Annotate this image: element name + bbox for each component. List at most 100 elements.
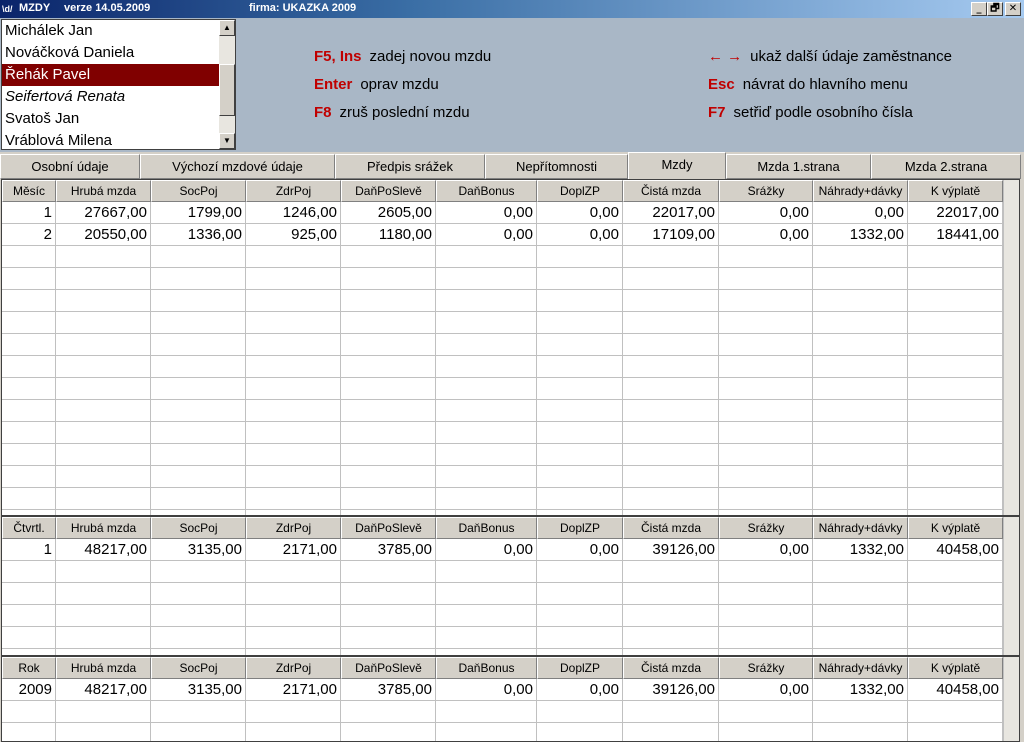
table-cell[interactable]	[623, 583, 719, 605]
table-cell[interactable]	[908, 378, 1003, 400]
column-header[interactable]: Rok	[2, 657, 56, 679]
table-cell[interactable]	[246, 466, 341, 488]
table-row[interactable]	[2, 466, 1019, 488]
table-row[interactable]	[2, 334, 1019, 356]
table-cell[interactable]	[341, 246, 436, 268]
table-cell[interactable]	[151, 466, 246, 488]
table-cell[interactable]	[246, 649, 341, 655]
table-cell[interactable]: 3785,00	[341, 539, 436, 561]
table-cell[interactable]	[151, 246, 246, 268]
column-header[interactable]: Čtvrtl.	[2, 517, 56, 539]
table-cell[interactable]: 2171,00	[246, 679, 341, 701]
table-cell[interactable]	[246, 627, 341, 649]
table-cell[interactable]	[623, 378, 719, 400]
table-cell[interactable]	[246, 378, 341, 400]
table-cell[interactable]	[341, 605, 436, 627]
table-cell[interactable]: 0,00	[436, 539, 537, 561]
table-cell[interactable]	[908, 334, 1003, 356]
table-cell[interactable]: 0,00	[719, 224, 813, 246]
column-header[interactable]: ZdrPoj	[246, 180, 341, 202]
table-cell[interactable]	[537, 583, 623, 605]
table-cell[interactable]	[151, 444, 246, 466]
table-cell[interactable]	[719, 723, 813, 741]
table-row[interactable]	[2, 561, 1019, 583]
column-header[interactable]: DaňBonus	[436, 657, 537, 679]
table-cell[interactable]	[623, 627, 719, 649]
table-cell[interactable]	[436, 246, 537, 268]
table-cell[interactable]	[2, 400, 56, 422]
table-cell[interactable]	[719, 627, 813, 649]
table-cell[interactable]	[2, 422, 56, 444]
table-row[interactable]: 1 48217,00 3135,00 2171,00 3785,00 0,00 0,00 39…	[2, 539, 1019, 561]
table-cell[interactable]	[537, 422, 623, 444]
table-cell[interactable]	[56, 701, 151, 723]
table-cell[interactable]	[908, 701, 1003, 723]
table-cell[interactable]: 0,00	[813, 202, 908, 224]
table-cell[interactable]	[56, 605, 151, 627]
table-cell[interactable]	[2, 466, 56, 488]
table-cell[interactable]	[151, 488, 246, 510]
table-cell[interactable]	[56, 444, 151, 466]
table-cell[interactable]: 22017,00	[908, 202, 1003, 224]
table-cell[interactable]	[813, 488, 908, 510]
table-row[interactable]	[2, 378, 1019, 400]
table-cell[interactable]	[537, 334, 623, 356]
table-cell[interactable]	[537, 246, 623, 268]
table-cell[interactable]	[436, 701, 537, 723]
column-header[interactable]: Srážky	[719, 657, 813, 679]
table-cell[interactable]	[2, 488, 56, 510]
table-cell[interactable]	[908, 627, 1003, 649]
table-cell[interactable]	[623, 400, 719, 422]
table-cell[interactable]	[2, 290, 56, 312]
table-cell[interactable]	[436, 488, 537, 510]
table-cell[interactable]	[341, 290, 436, 312]
table-cell[interactable]: 0,00	[537, 679, 623, 701]
table-cell[interactable]: 27667,00	[56, 202, 151, 224]
column-header[interactable]: DaňPoSlevě	[341, 180, 436, 202]
table-cell[interactable]	[537, 312, 623, 334]
table-cell[interactable]	[341, 378, 436, 400]
table-cell[interactable]: 0,00	[719, 679, 813, 701]
table-cell[interactable]: 39126,00	[623, 539, 719, 561]
table-cell[interactable]	[623, 488, 719, 510]
table-cell[interactable]	[246, 356, 341, 378]
table-cell[interactable]	[2, 246, 56, 268]
table-cell[interactable]	[151, 334, 246, 356]
table-cell[interactable]	[623, 466, 719, 488]
column-header[interactable]: Srážky	[719, 180, 813, 202]
table-cell[interactable]	[719, 583, 813, 605]
table-cell[interactable]	[246, 488, 341, 510]
table-cell[interactable]: 3785,00	[341, 679, 436, 701]
column-header[interactable]: Čistá mzda	[623, 517, 719, 539]
table-cell[interactable]	[719, 356, 813, 378]
column-header[interactable]: DaňPoSlevě	[341, 517, 436, 539]
table-row[interactable]: 2009 48217,00 3135,00 2171,00 3785,00 0,00 0,0…	[2, 679, 1019, 701]
table-cell[interactable]	[56, 356, 151, 378]
table-cell[interactable]	[246, 422, 341, 444]
table-cell[interactable]	[908, 400, 1003, 422]
table-cell[interactable]	[719, 378, 813, 400]
table-cell[interactable]	[2, 723, 56, 741]
table-cell[interactable]	[151, 649, 246, 655]
table-cell[interactable]: 925,00	[246, 224, 341, 246]
column-header[interactable]: Hrubá mzda	[56, 517, 151, 539]
table-cell[interactable]	[341, 649, 436, 655]
tab-nep-tomnosti[interactable]: Nepřítomnosti	[485, 154, 628, 179]
table-cell[interactable]	[537, 701, 623, 723]
table-cell[interactable]: 40458,00	[908, 539, 1003, 561]
table-cell[interactable]	[56, 268, 151, 290]
tab-osobn-daje[interactable]: Osobní údaje	[0, 154, 140, 179]
table-cell[interactable]	[436, 268, 537, 290]
grid-scrollbar[interactable]	[1003, 657, 1019, 741]
table-cell[interactable]	[623, 444, 719, 466]
column-header[interactable]: DaňBonus	[436, 180, 537, 202]
table-cell[interactable]	[813, 422, 908, 444]
table-cell[interactable]	[246, 334, 341, 356]
table-cell[interactable]	[813, 312, 908, 334]
table-row[interactable]	[2, 701, 1019, 723]
column-header[interactable]: Náhrady+dávky	[813, 517, 908, 539]
table-cell[interactable]	[436, 649, 537, 655]
table-cell[interactable]	[719, 444, 813, 466]
table-cell[interactable]	[341, 627, 436, 649]
table-cell[interactable]	[56, 466, 151, 488]
